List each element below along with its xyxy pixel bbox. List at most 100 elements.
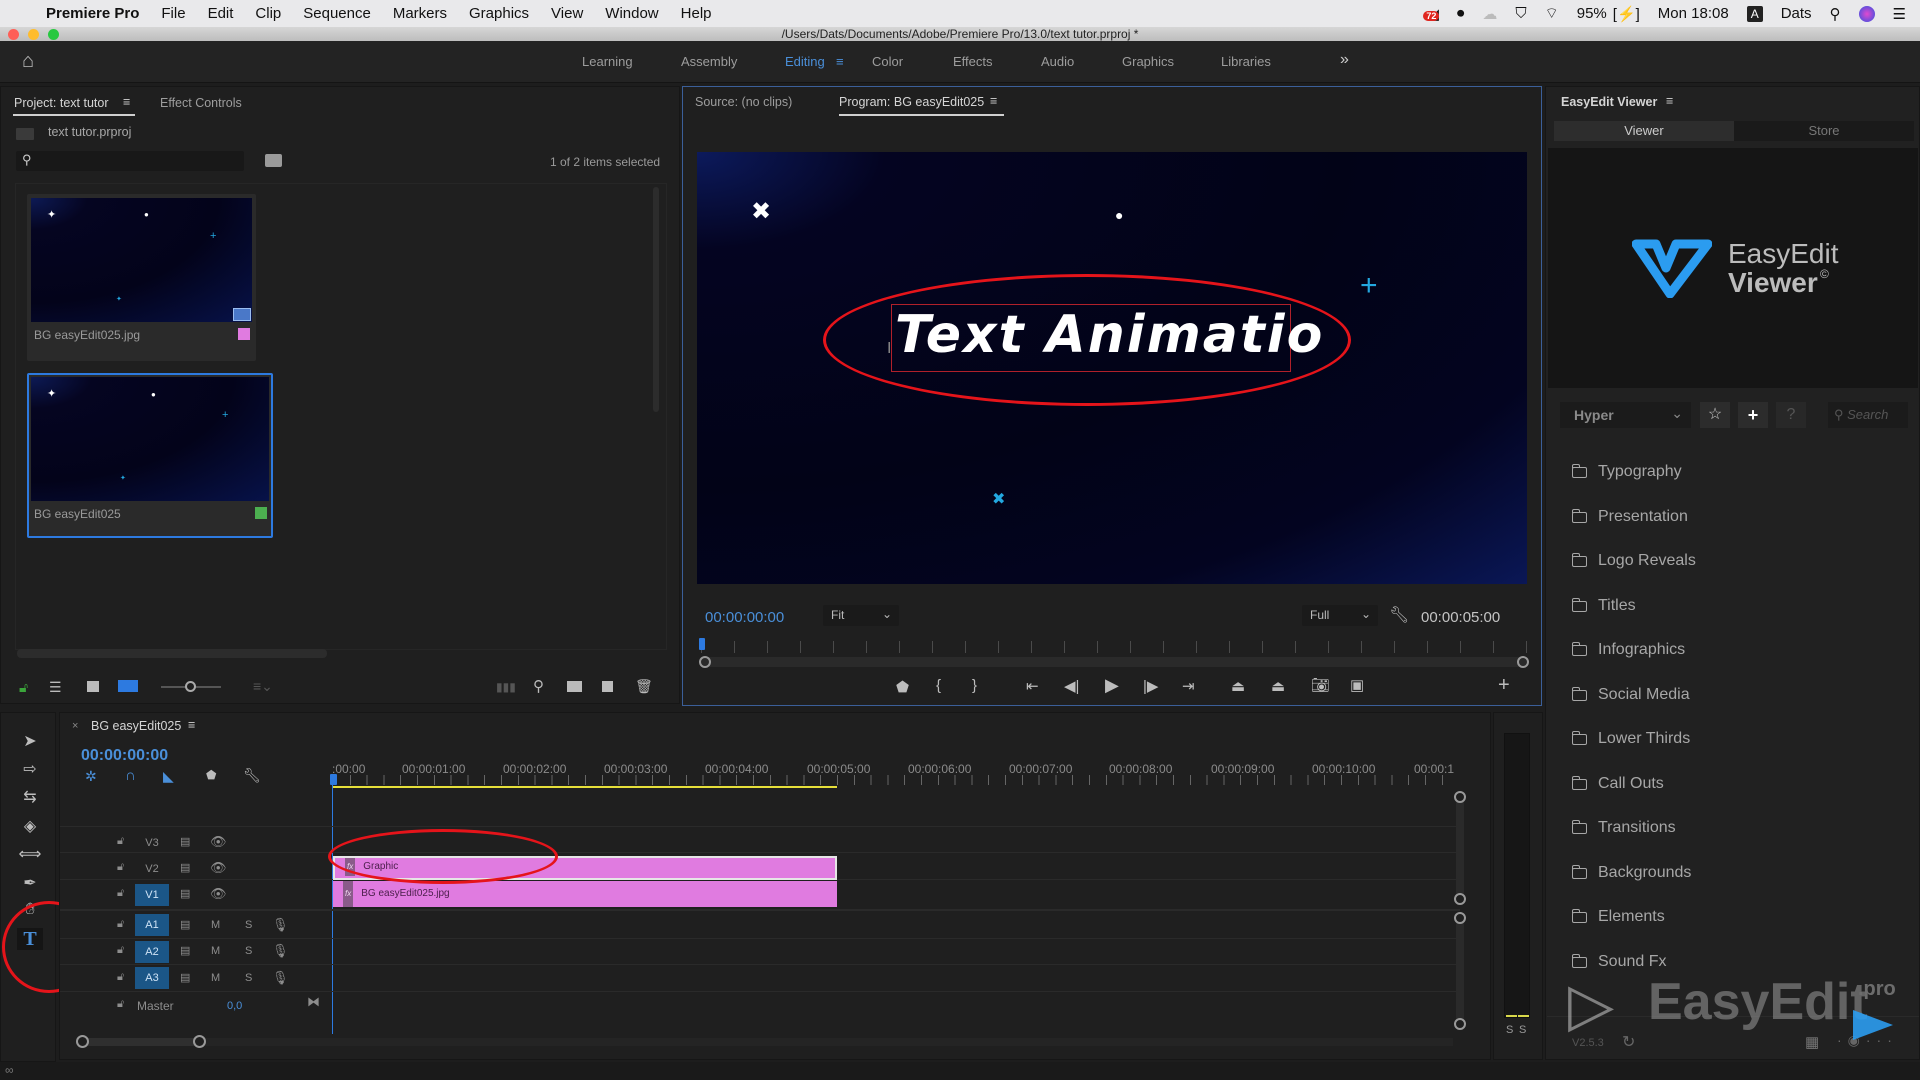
scroll-handle[interactable] bbox=[1454, 912, 1466, 924]
workspace-editing[interactable]: Editing bbox=[785, 54, 825, 69]
wrench-settings-icon[interactable]: 🔧︎ bbox=[1389, 605, 1409, 625]
find-bin-icon[interactable] bbox=[265, 154, 282, 167]
favorite-star-button[interactable]: ☆ bbox=[1700, 402, 1730, 428]
close-sequence-icon[interactable]: × bbox=[72, 720, 78, 732]
play-button[interactable]: ▶ bbox=[1105, 675, 1119, 696]
tab-effect-controls[interactable]: Effect Controls bbox=[160, 96, 242, 110]
pen-tool-icon[interactable]: ✒ bbox=[17, 873, 43, 895]
new-bin-icon[interactable] bbox=[567, 681, 582, 692]
scroll-handle[interactable] bbox=[1454, 893, 1466, 905]
category-item-backgrounds[interactable]: Backgrounds bbox=[1571, 864, 1691, 882]
microphone-icon[interactable]: 🎙︎ bbox=[272, 970, 289, 986]
track-lock-icon[interactable]: 🔓︎ bbox=[117, 971, 124, 984]
audio-track-scrollbar[interactable] bbox=[1454, 912, 1466, 1030]
sync-lock-icon[interactable]: ▤ bbox=[180, 861, 190, 874]
sort-icon[interactable]: ≡⌄ bbox=[253, 678, 273, 695]
clip-bg-easyedit025[interactable]: fx BG easyEdit025.jpg bbox=[333, 881, 837, 907]
scroll-thumb[interactable] bbox=[78, 1038, 200, 1046]
track-lock-icon[interactable]: 🔓︎ bbox=[117, 998, 124, 1011]
scroll-handle[interactable] bbox=[1454, 791, 1466, 803]
menu-app-name[interactable]: Premiere Pro bbox=[46, 5, 139, 22]
category-item-logo-reveals[interactable]: Logo Reveals bbox=[1571, 552, 1696, 570]
category-select[interactable]: Hyper ⌄ bbox=[1560, 402, 1691, 428]
category-item-transitions[interactable]: Transitions bbox=[1571, 819, 1676, 837]
easyedit-menu-icon[interactable]: ≡ bbox=[1666, 94, 1673, 108]
track-target-a2[interactable]: A2 bbox=[135, 941, 169, 963]
razor-tool-icon[interactable]: ◈ bbox=[17, 816, 43, 838]
solo-button[interactable]: S bbox=[245, 919, 252, 931]
snap-magnet-icon[interactable]: ∩ bbox=[125, 767, 136, 784]
tab-store[interactable]: Store bbox=[1734, 121, 1914, 141]
eye-icon[interactable]: 👁︎ bbox=[210, 886, 227, 902]
track-target-v1[interactable]: V1 bbox=[135, 884, 169, 906]
workspace-libraries[interactable]: Libraries bbox=[1221, 54, 1271, 69]
eye-icon[interactable]: 👁︎ bbox=[210, 860, 227, 876]
selection-tool-icon[interactable]: ➤ bbox=[17, 731, 43, 753]
workspace-learning[interactable]: Learning bbox=[582, 54, 633, 69]
master-pan-icon[interactable]: ⧓ bbox=[307, 994, 320, 1010]
program-monitor-menu-icon[interactable]: ≡ bbox=[990, 94, 997, 108]
scroll-handle[interactable] bbox=[1454, 1018, 1466, 1030]
extract-button[interactable]: ⏏ bbox=[1271, 677, 1285, 695]
microphone-icon[interactable]: 🎙︎ bbox=[272, 943, 289, 959]
mark-in-button[interactable]: { bbox=[936, 677, 941, 694]
go-to-out-button[interactable]: ⇥ bbox=[1182, 677, 1195, 695]
category-item-elements[interactable]: Elements bbox=[1571, 908, 1665, 926]
slider-handle[interactable] bbox=[185, 681, 196, 692]
scroll-handle-left[interactable] bbox=[699, 656, 711, 668]
mute-button[interactable]: M bbox=[211, 945, 220, 957]
freeform-view-icon[interactable] bbox=[118, 680, 138, 692]
automate-to-sequence-icon[interactable]: ▮▮▮ bbox=[496, 680, 516, 694]
solo-button[interactable]: S bbox=[245, 945, 252, 957]
track-lock-icon[interactable]: 🔓︎ bbox=[117, 918, 124, 931]
track-target-v3[interactable]: V3 bbox=[135, 832, 169, 854]
workspace-color[interactable]: Color bbox=[872, 54, 903, 69]
trash-icon[interactable]: 🗑︎ bbox=[635, 678, 653, 695]
microphone-icon[interactable]: 🎙︎ bbox=[272, 917, 289, 933]
refresh-icon[interactable]: ↻ bbox=[1622, 1032, 1635, 1052]
label-color-swatch[interactable] bbox=[255, 507, 267, 519]
timeline-zoom-scrollbar[interactable] bbox=[76, 1035, 1453, 1048]
eye-icon[interactable]: 👁︎ bbox=[210, 834, 227, 850]
timeline-settings-wrench-icon[interactable]: 🔧︎ bbox=[243, 767, 261, 784]
workspace-assembly[interactable]: Assembly bbox=[681, 54, 737, 69]
master-volume-value[interactable]: 0,0 bbox=[227, 1000, 242, 1012]
track-lock-icon[interactable]: 🔓︎ bbox=[117, 861, 124, 874]
project-search-input[interactable]: ⚲ bbox=[16, 151, 244, 171]
project-item-thumbnail-selected[interactable]: ✦ ● + ✦ BG easyEdit025 bbox=[27, 373, 273, 538]
track-select-tool-icon[interactable]: ⇨ bbox=[17, 759, 43, 781]
category-item-lower-thirds[interactable]: Lower Thirds bbox=[1571, 730, 1690, 748]
add-button[interactable]: + bbox=[1738, 402, 1768, 428]
battery-icon[interactable]: [⚡] bbox=[1613, 5, 1640, 23]
label-color-swatch[interactable] bbox=[238, 328, 250, 340]
menu-edit[interactable]: Edit bbox=[208, 5, 234, 22]
lock-icon[interactable]: 🔓︎ bbox=[19, 679, 28, 696]
creative-cloud-icon[interactable]: ☁ bbox=[1482, 5, 1497, 23]
tab-project[interactable]: Project: text tutor bbox=[14, 96, 108, 110]
project-panel-menu-icon[interactable]: ≡ bbox=[123, 95, 130, 109]
workspace-graphics[interactable]: Graphics bbox=[1122, 54, 1174, 69]
new-item-icon[interactable] bbox=[602, 681, 613, 692]
monitor-zoom-scrollbar[interactable] bbox=[699, 656, 1529, 668]
tab-source-monitor[interactable]: Source: (no clips) bbox=[695, 95, 792, 109]
timeline-timecode[interactable]: 00:00:00:00 bbox=[81, 747, 168, 765]
monitor-time-ruler[interactable] bbox=[701, 641, 1527, 653]
playback-resolution-select[interactable]: Full ⌄ bbox=[1302, 605, 1378, 626]
sync-lock-icon[interactable]: ▤ bbox=[180, 835, 190, 848]
mute-button[interactable]: M bbox=[211, 972, 220, 984]
add-marker-button[interactable]: ⬟ bbox=[896, 678, 909, 696]
tab-viewer[interactable]: Viewer bbox=[1554, 121, 1734, 141]
add-marker-icon[interactable]: ⬟ bbox=[206, 768, 216, 782]
home-icon[interactable]: ⌂ bbox=[22, 50, 34, 73]
project-horizontal-scrollbar[interactable] bbox=[17, 649, 327, 658]
nest-toggle-icon[interactable]: ✲ bbox=[85, 768, 97, 785]
workspace-audio[interactable]: Audio bbox=[1041, 54, 1074, 69]
creative-cloud-sync-icon[interactable]: ∞ bbox=[5, 1063, 14, 1077]
notification-center-icon[interactable]: ☰ bbox=[1893, 5, 1906, 23]
tab-program-monitor[interactable]: Program: BG easyEdit025 bbox=[839, 95, 984, 109]
wifi-icon[interactable]: ⌔ bbox=[1545, 4, 1559, 23]
button-editor-plus[interactable]: + bbox=[1498, 674, 1510, 697]
linked-selection-icon[interactable]: ◣ bbox=[163, 768, 174, 785]
help-button[interactable]: ? bbox=[1776, 402, 1806, 428]
category-item-presentation[interactable]: Presentation bbox=[1571, 508, 1688, 526]
